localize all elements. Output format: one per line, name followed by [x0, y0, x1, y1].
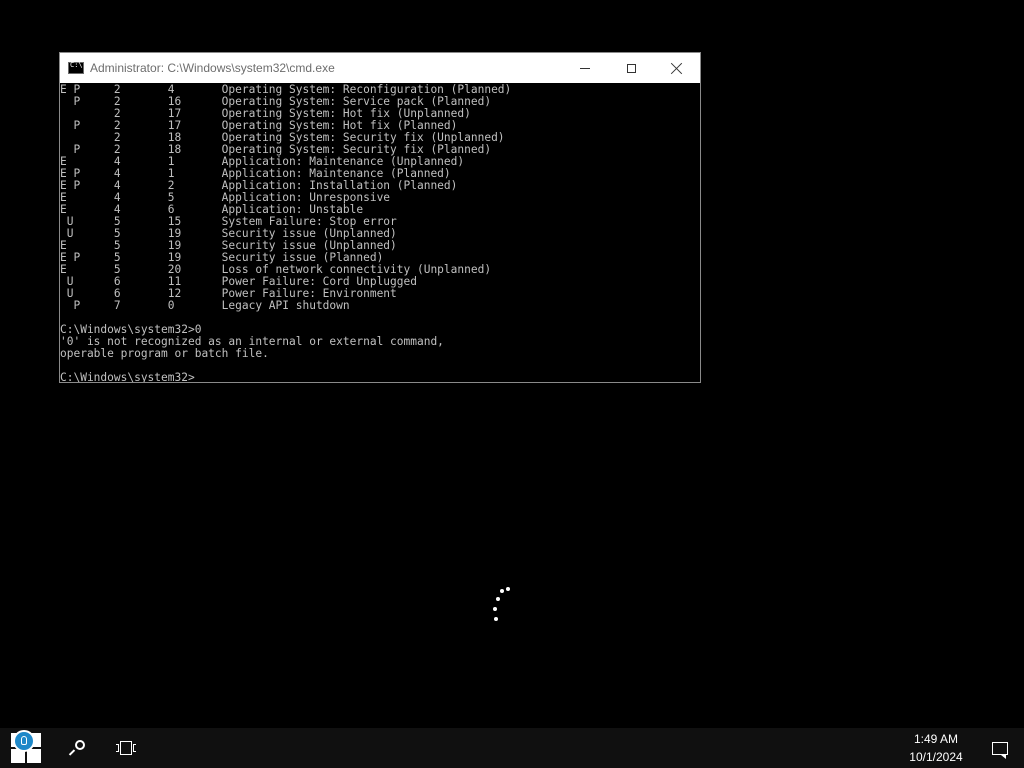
loading-spinner-icon	[488, 585, 514, 625]
action-center-button[interactable]	[976, 728, 1024, 768]
search-button[interactable]	[52, 728, 102, 768]
taskbar: 1:49 AM 10/1/2024	[0, 728, 1024, 768]
notification-badge-icon	[13, 730, 35, 752]
task-view-icon	[116, 741, 136, 755]
close-icon	[671, 62, 683, 74]
close-button[interactable]	[654, 53, 700, 83]
cmd-window[interactable]: Administrator: C:\Windows\system32\cmd.e…	[59, 52, 701, 383]
clock[interactable]: 1:49 AM 10/1/2024	[896, 728, 976, 768]
desktop: Administrator: C:\Windows\system32\cmd.e…	[0, 0, 1024, 728]
window-title: Administrator: C:\Windows\system32\cmd.e…	[90, 61, 335, 75]
maximize-button[interactable]	[608, 53, 654, 83]
command-prompt-icon[interactable]	[68, 61, 84, 74]
minimize-button[interactable]	[562, 53, 608, 83]
console-text: E P 2 4 Operating System: Reconfiguratio…	[60, 84, 512, 382]
clock-time: 1:49 AM	[913, 732, 958, 746]
minimize-icon	[580, 67, 590, 69]
search-icon	[69, 740, 85, 756]
window-titlebar[interactable]: Administrator: C:\Windows\system32\cmd.e…	[60, 53, 700, 83]
action-center-icon	[992, 741, 1008, 759]
maximize-icon	[626, 63, 636, 73]
clock-date: 10/1/2024	[909, 750, 963, 764]
start-button[interactable]	[0, 728, 52, 768]
window-controls	[562, 53, 700, 83]
console-output[interactable]: E P 2 4 Operating System: Reconfiguratio…	[60, 84, 700, 382]
task-view-button[interactable]	[102, 728, 150, 768]
